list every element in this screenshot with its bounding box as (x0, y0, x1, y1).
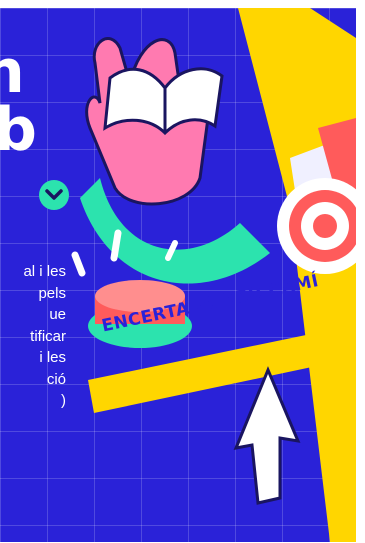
hero-panel: n b al i les pels ue tificar i les ció )… (0, 8, 356, 542)
hero-description-line: al i les (23, 263, 66, 280)
hero-description-line: i les (39, 349, 66, 366)
hero-description: al i les pels ue tificar i les ció ) (0, 261, 66, 412)
chevron-down-icon (45, 189, 63, 200)
hero-description-line: ció (46, 370, 66, 388)
hero-heading-line-1: n (0, 37, 25, 107)
hero-heading-line-2: b (0, 95, 37, 165)
scroll-down-button[interactable] (39, 180, 69, 210)
hero-description-line: ) (61, 392, 66, 409)
hero-description-line: ue (49, 306, 66, 323)
cursor-arrow-icon (233, 366, 301, 505)
hero-description-line: tificar (30, 327, 66, 345)
hero-description-line: pels (38, 284, 66, 302)
